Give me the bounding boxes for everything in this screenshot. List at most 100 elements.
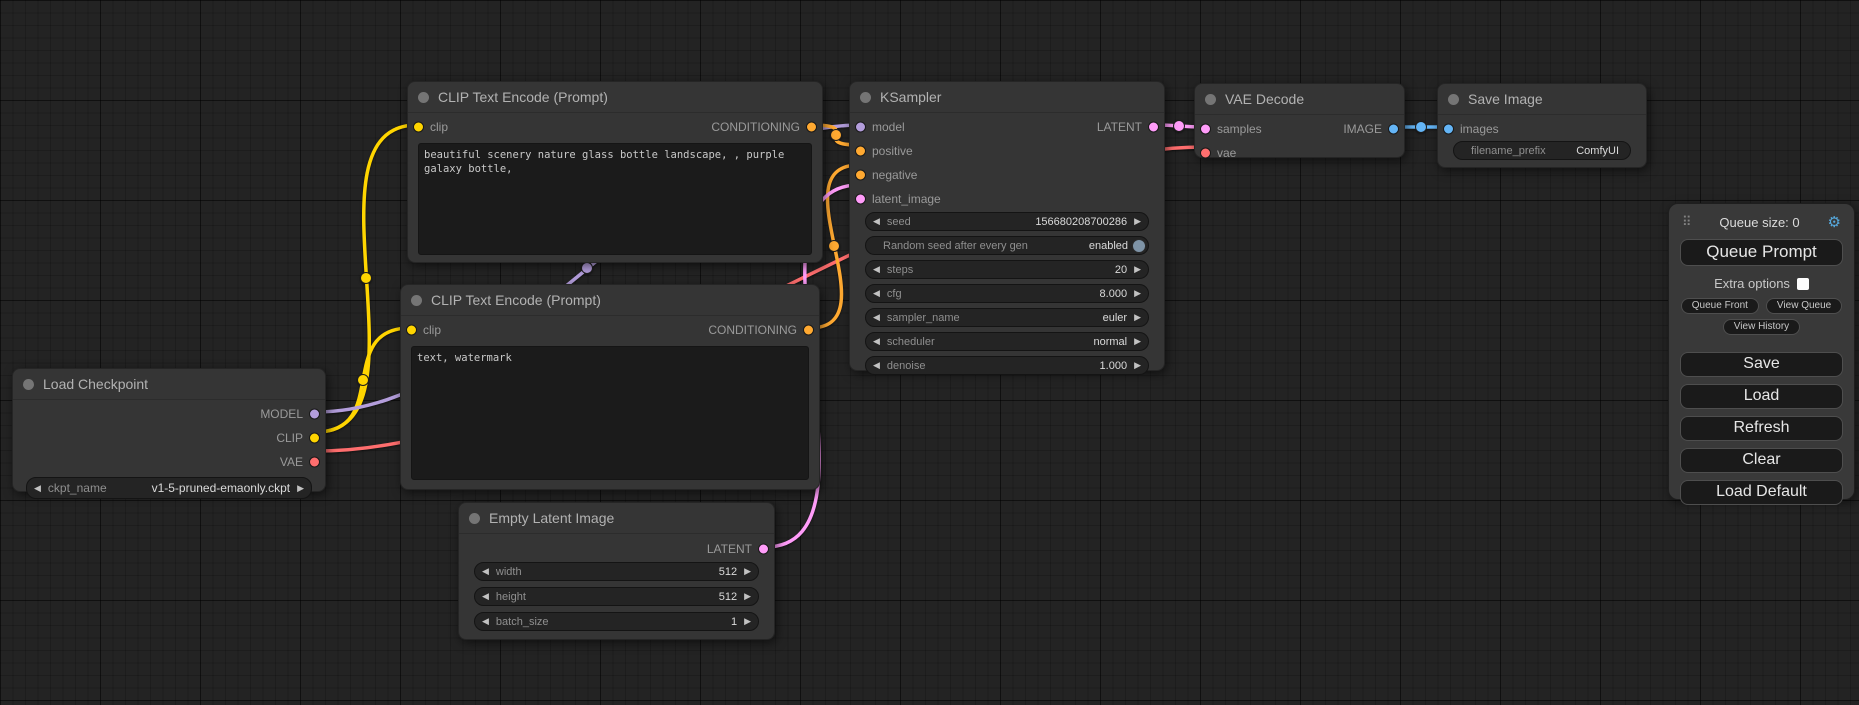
collapse-dot-icon[interactable] <box>23 379 34 390</box>
slot-row: samples IMAGE <box>1195 119 1404 139</box>
node-save-image[interactable]: Save Image images filename_prefix ComfyU… <box>1437 83 1647 168</box>
extra-options-checkbox[interactable] <box>1797 278 1809 290</box>
increment-icon[interactable]: ▶ <box>744 617 751 626</box>
increment-icon[interactable]: ▶ <box>1134 289 1141 298</box>
collapse-dot-icon[interactable] <box>418 92 429 103</box>
settings-gear-icon[interactable]: ⚙ <box>1828 213 1841 231</box>
input-port-samples[interactable] <box>1200 124 1211 135</box>
output-port-model[interactable] <box>309 409 320 420</box>
link-dot[interactable] <box>829 241 840 252</box>
load-default-button[interactable]: Load Default <box>1680 480 1843 505</box>
decrement-icon[interactable]: ◀ <box>873 217 880 226</box>
widget-value: 1 <box>731 616 737 628</box>
input-port-negative[interactable] <box>855 170 866 181</box>
node-titlebar[interactable]: VAE Decode <box>1195 84 1404 115</box>
output-label-conditioning: CONDITIONING <box>708 323 797 337</box>
widget-ckpt-name[interactable]: ◀ ckpt_name v1-5-pruned-emaonly.ckpt ▶ <box>26 477 312 499</box>
increment-icon[interactable]: ▶ <box>1134 313 1141 322</box>
node-empty-latent-image[interactable]: Empty Latent Image LATENT ◀ width 512 ▶ … <box>458 502 775 640</box>
input-port-model[interactable] <box>855 122 866 133</box>
slot-row: model LATENT <box>850 117 1164 137</box>
widget-denoise[interactable]: ◀ denoise 1.000 ▶ <box>865 356 1149 375</box>
collapse-dot-icon[interactable] <box>1448 94 1459 105</box>
link-dot[interactable] <box>1174 121 1185 132</box>
increment-icon[interactable]: ▶ <box>1134 337 1141 346</box>
increment-icon[interactable]: ▶ <box>744 567 751 576</box>
collapse-dot-icon[interactable] <box>411 295 422 306</box>
increment-icon[interactable]: ▶ <box>744 592 751 601</box>
collapse-dot-icon[interactable] <box>469 513 480 524</box>
view-history-row: View History <box>1680 319 1843 335</box>
increment-icon[interactable]: ▶ <box>1134 361 1141 370</box>
node-ksampler[interactable]: KSampler model LATENT positive negative … <box>849 81 1165 371</box>
widget-sampler-name[interactable]: ◀ sampler_name euler ▶ <box>865 308 1149 327</box>
widget-random-seed-toggle[interactable]: Random seed after every gen enabled <box>865 236 1149 255</box>
node-titlebar[interactable]: Empty Latent Image <box>459 503 774 534</box>
input-port-positive[interactable] <box>855 146 866 157</box>
node-clip-text-encode-negative[interactable]: CLIP Text Encode (Prompt) clip CONDITION… <box>400 284 820 490</box>
refresh-button[interactable]: Refresh <box>1680 416 1843 441</box>
node-vae-decode[interactable]: VAE Decode samples IMAGE vae <box>1194 83 1405 158</box>
prompt-textarea[interactable]: text, watermark <box>411 346 809 480</box>
decrement-icon[interactable]: ◀ <box>873 361 880 370</box>
input-port-vae[interactable] <box>1200 148 1211 159</box>
node-graph-canvas[interactable]: Load Checkpoint MODEL CLIP VAE ◀ ckpt_na… <box>0 0 1859 705</box>
input-port-clip[interactable] <box>413 122 424 133</box>
decrement-icon[interactable]: ◀ <box>873 313 880 322</box>
drag-handle-icon[interactable]: ⠿ <box>1682 214 1692 230</box>
node-titlebar[interactable]: KSampler <box>850 82 1164 113</box>
widget-scheduler[interactable]: ◀ scheduler normal ▶ <box>865 332 1149 351</box>
load-button[interactable]: Load <box>1680 384 1843 409</box>
input-port-images[interactable] <box>1443 124 1454 135</box>
node-clip-text-encode-positive[interactable]: CLIP Text Encode (Prompt) clip CONDITION… <box>407 81 823 263</box>
collapse-dot-icon[interactable] <box>1205 94 1216 105</box>
decrement-icon[interactable]: ◀ <box>482 617 489 626</box>
input-label-vae: vae <box>1217 146 1236 160</box>
view-queue-button[interactable]: View Queue <box>1766 298 1842 314</box>
queue-front-button[interactable]: Queue Front <box>1681 298 1759 314</box>
link-dot[interactable] <box>831 130 842 141</box>
node-load-checkpoint[interactable]: Load Checkpoint MODEL CLIP VAE ◀ ckpt_na… <box>12 368 326 492</box>
queue-prompt-button[interactable]: Queue Prompt <box>1680 239 1843 266</box>
widget-height[interactable]: ◀ height 512 ▶ <box>474 587 759 606</box>
output-port-conditioning[interactable] <box>806 122 817 133</box>
output-port-latent[interactable] <box>758 544 769 555</box>
widget-seed[interactable]: ◀ seed 156680208700286 ▶ <box>865 212 1149 231</box>
increment-icon[interactable]: ▶ <box>297 484 304 493</box>
prompt-textarea[interactable]: beautiful scenery nature glass bottle la… <box>418 143 812 255</box>
link-dot[interactable] <box>582 263 593 274</box>
output-port-latent[interactable] <box>1148 122 1159 133</box>
widget-filename-prefix[interactable]: filename_prefix ComfyUI <box>1453 141 1631 160</box>
save-button[interactable]: Save <box>1680 352 1843 377</box>
widget-steps[interactable]: ◀ steps 20 ▶ <box>865 260 1149 279</box>
decrement-icon[interactable]: ◀ <box>482 567 489 576</box>
clear-button[interactable]: Clear <box>1680 448 1843 473</box>
view-history-button[interactable]: View History <box>1723 319 1800 335</box>
decrement-icon[interactable]: ◀ <box>873 265 880 274</box>
toggle-indicator-icon[interactable] <box>1132 239 1146 253</box>
increment-icon[interactable]: ▶ <box>1134 265 1141 274</box>
widget-cfg[interactable]: ◀ cfg 8.000 ▶ <box>865 284 1149 303</box>
increment-icon[interactable]: ▶ <box>1134 217 1141 226</box>
collapse-dot-icon[interactable] <box>860 92 871 103</box>
decrement-icon[interactable]: ◀ <box>873 289 880 298</box>
node-titlebar[interactable]: CLIP Text Encode (Prompt) <box>408 82 822 113</box>
output-port-clip[interactable] <box>309 433 320 444</box>
output-port-image[interactable] <box>1388 124 1399 135</box>
node-titlebar[interactable]: CLIP Text Encode (Prompt) <box>401 285 819 316</box>
output-port-conditioning[interactable] <box>803 325 814 336</box>
input-port-clip[interactable] <box>406 325 417 336</box>
link-dot[interactable] <box>1416 122 1427 133</box>
link-dot[interactable] <box>358 375 369 386</box>
link-dot[interactable] <box>361 273 372 284</box>
widget-width[interactable]: ◀ width 512 ▶ <box>474 562 759 581</box>
decrement-icon[interactable]: ◀ <box>873 337 880 346</box>
decrement-icon[interactable]: ◀ <box>34 484 41 493</box>
decrement-icon[interactable]: ◀ <box>482 592 489 601</box>
widget-batch-size[interactable]: ◀ batch_size 1 ▶ <box>474 612 759 631</box>
node-titlebar[interactable]: Load Checkpoint <box>13 369 325 400</box>
output-port-vae[interactable] <box>309 457 320 468</box>
node-title: Empty Latent Image <box>489 510 614 526</box>
input-port-latent-image[interactable] <box>855 194 866 205</box>
node-titlebar[interactable]: Save Image <box>1438 84 1646 115</box>
